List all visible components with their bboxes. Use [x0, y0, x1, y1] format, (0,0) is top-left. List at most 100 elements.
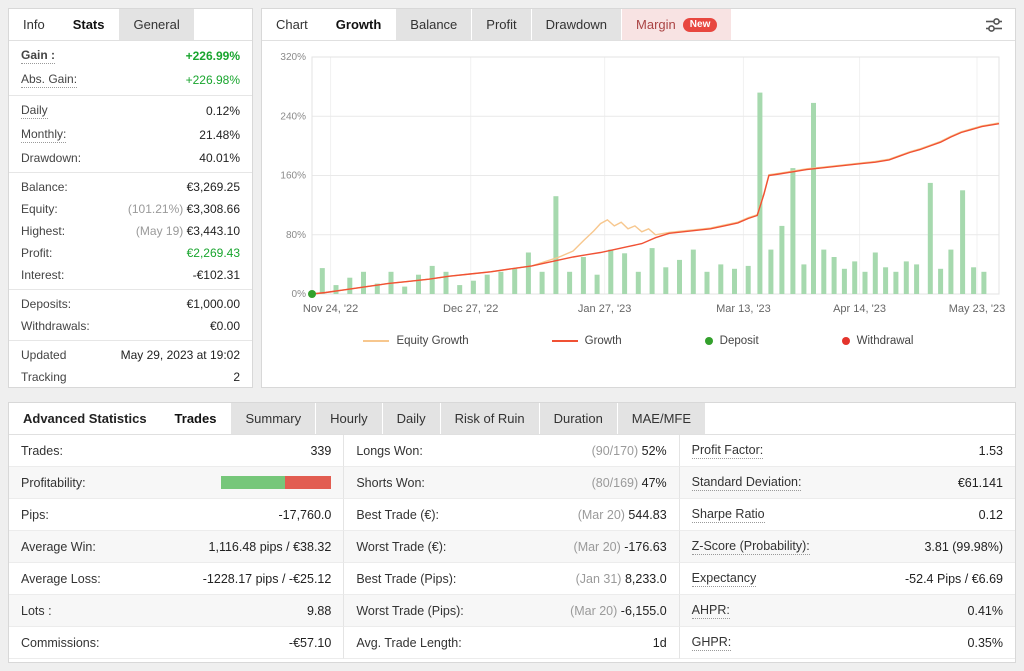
volume-bar: [852, 261, 858, 294]
stat-label: Monthly:: [21, 127, 67, 143]
volume-bar: [718, 264, 724, 294]
tab-summary[interactable]: Summary: [230, 403, 316, 434]
volume-bar: [567, 271, 573, 294]
tab-info[interactable]: Info: [9, 9, 59, 40]
legend-line-swatch: [551, 340, 578, 342]
tab-growth[interactable]: Growth: [321, 9, 396, 40]
stat-group: Daily 0.12% Monthly: 21.48% Drawdown: 40.01%: [9, 96, 252, 173]
stat-row: Drawdown: 40.01%: [9, 147, 252, 169]
stat-cell-value-prefix: (Mar 20): [573, 539, 621, 554]
volume-bar: [893, 271, 899, 294]
stat-cell-label: Worst Trade (Pips):: [356, 603, 464, 618]
stat-cell-value-main: 9.88: [306, 603, 332, 618]
tab-balance[interactable]: Balance: [395, 9, 472, 40]
tab-label: Duration: [553, 411, 603, 426]
volume-bar: [347, 277, 353, 294]
tab-daily[interactable]: Daily: [381, 403, 440, 434]
stat-cell-value-main: 8,233.0: [624, 571, 667, 586]
stat-group: Gain : +226.99% Abs. Gain: +226.98%: [9, 41, 252, 96]
stat-value: 2: [233, 370, 240, 384]
stat-cell-label: Avg. Trade Length:: [356, 635, 462, 650]
stat-row: Tracking 2: [9, 366, 252, 388]
stat-cell-profit-factor: Profit Factor: 1.53: [679, 435, 1015, 467]
stat-cell-value-main: 1,116.48 pips / €38.32: [208, 539, 332, 554]
stat-cell-lots: Lots : 9.88: [9, 595, 345, 627]
stat-cell-label: GHPR:: [691, 634, 732, 651]
tab-profit[interactable]: Profit: [471, 9, 531, 40]
chart-panel: Chart Growth Balance Profit Drawdown Margin Ne…: [261, 8, 1016, 388]
stat-label: Updated: [21, 348, 67, 362]
tab-stats[interactable]: Stats: [58, 9, 119, 40]
stat-cell-worst-trade-pips: Worst Trade (Pips): (Mar 20) -6,155.0: [344, 595, 680, 627]
tab-trades[interactable]: Trades: [160, 403, 231, 434]
tab-label: Hourly: [330, 411, 368, 426]
stat-value: +226.99%: [186, 49, 240, 63]
tab-label: MAE/MFE: [631, 411, 692, 426]
tab-chart[interactable]: Chart: [262, 9, 322, 40]
tab-margin[interactable]: Margin New: [621, 9, 732, 40]
tab-advanced-statistics[interactable]: Advanced Statistics: [9, 403, 161, 434]
tab-general[interactable]: General: [118, 9, 194, 40]
volume-bar: [831, 257, 837, 294]
stat-cell-pips: Pips: -17,760.0: [9, 499, 345, 531]
volume-bar: [416, 274, 421, 294]
tab-label: Balance: [410, 17, 458, 32]
tab-label: Summary: [245, 411, 302, 426]
stat-cell-value-main: €61.141: [957, 475, 1003, 490]
left-tabbar: Info Stats General: [9, 9, 252, 41]
volume-bar: [872, 252, 878, 294]
stat-value: (May 19) €3,443.10: [136, 224, 240, 238]
stat-cell-value: €61.141: [958, 476, 1003, 490]
stat-cell-value-main: 0.12: [978, 507, 1003, 522]
new-badge: New: [682, 17, 718, 32]
stat-cell-label: Worst Trade (€):: [356, 539, 447, 554]
stat-cell-profitability: Profitability:: [9, 467, 345, 499]
stat-value-main: €3,308.66: [186, 202, 240, 216]
tab-duration[interactable]: Duration: [538, 403, 617, 434]
stat-value-main: €3,269.25: [186, 180, 240, 194]
growth-chart: 0% 80% 160% 240% 320% Nov 24, '22 Dec 27, '22 J…: [280, 52, 1005, 315]
stat-cell-value: (Mar 20) -6,155.0: [570, 604, 667, 618]
stat-value: (101.21%) €3,308.66: [128, 202, 240, 216]
volume-bar: [484, 274, 490, 294]
stat-value: May 29, 2023 at 19:02: [121, 348, 240, 362]
volume-bar: [862, 271, 868, 294]
stat-value-main: 0.12%: [205, 104, 240, 118]
legend-label: Deposit: [719, 335, 759, 347]
tab-risk-of-ruin[interactable]: Risk of Ruin: [439, 403, 539, 434]
stat-label: Deposits:: [21, 297, 72, 311]
volume-bar: [948, 249, 954, 294]
stat-group: Balance: €3,269.25 Equity: (101.21%) €3,308…: [9, 173, 252, 290]
stat-value: 40.01%: [199, 151, 240, 165]
stat-cell-value: (90/170) 52%: [592, 444, 667, 458]
stat-cell-value-main: 0.41%: [967, 603, 1003, 618]
tab-mae-mfe[interactable]: MAE/MFE: [616, 403, 706, 434]
stat-value-main: May 29, 2023 at 19:02: [120, 348, 240, 362]
stat-cell-label: Lots :: [21, 603, 52, 618]
volume-bar: [745, 265, 751, 294]
legend-line-swatch: [363, 340, 390, 342]
y-axis-label: 0%: [292, 289, 307, 300]
y-axis-label: 240%: [280, 111, 306, 122]
y-axis-label: 160%: [280, 171, 306, 182]
stat-cell-value-prefix: (90/170): [591, 443, 639, 458]
stat-cell-avg-trade-length: Avg. Trade Length: 1d: [344, 627, 680, 659]
stat-label: Highest:: [21, 224, 66, 238]
stat-row: Abs. Gain: +226.98%: [9, 68, 252, 92]
stat-cell-value-main: -€57.10: [288, 635, 332, 650]
volume-bar: [971, 267, 977, 294]
stat-label: Gain :: [21, 48, 56, 64]
stat-row: Balance: €3,269.25: [9, 176, 252, 198]
volume-bar: [498, 271, 504, 294]
stat-label: Equity:: [21, 202, 58, 216]
tab-drawdown[interactable]: Drawdown: [530, 9, 622, 40]
tab-label: Risk of Ruin: [454, 411, 525, 426]
stat-cell-label: Pips:: [21, 507, 49, 522]
stat-value: €3,269.25: [187, 180, 240, 194]
volume-bar: [429, 265, 435, 294]
chart-settings-button[interactable]: [973, 9, 1015, 40]
account-stats-page: Info Stats General Gain : +226.99% Abs. Gain…: [0, 0, 1024, 671]
tab-hourly[interactable]: Hourly: [315, 403, 382, 434]
volume-bar: [361, 271, 366, 294]
volume-bar: [960, 190, 966, 294]
